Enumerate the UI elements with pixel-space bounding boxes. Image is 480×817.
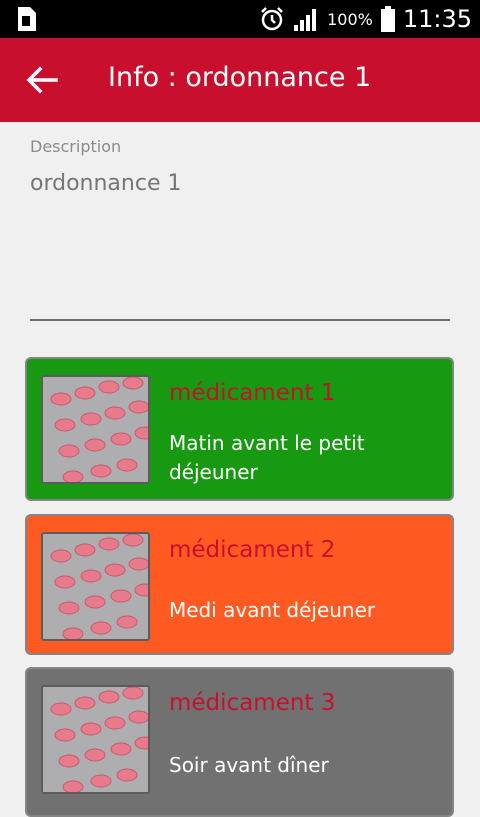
status-icons: 100% 11:35 bbox=[259, 3, 472, 35]
medication-card[interactable]: médicament 3 Soir avant dîner bbox=[25, 667, 454, 817]
pill-thumbnail bbox=[41, 532, 150, 641]
pill-pack-image bbox=[43, 687, 148, 792]
arrow-left-icon[interactable] bbox=[22, 60, 62, 100]
pill-thumbnail bbox=[41, 685, 150, 794]
alarm-icon bbox=[261, 7, 283, 31]
page-title: Info : ordonnance 1 bbox=[108, 62, 372, 93]
clock: 11:35 bbox=[402, 5, 472, 33]
signal-icon bbox=[294, 9, 317, 31]
battery-icon bbox=[380, 6, 395, 32]
description-underline bbox=[30, 319, 450, 321]
description-field[interactable]: ordonnance 1 bbox=[30, 171, 181, 196]
medication-instruction: Matin avant le petit déjeuner bbox=[169, 431, 365, 484]
description-label: Description bbox=[30, 137, 122, 156]
sim-card-icon bbox=[18, 7, 36, 31]
pill-pack-image bbox=[43, 534, 148, 639]
battery-percent: 100% bbox=[327, 9, 373, 29]
medication-card[interactable]: médicament 2 Medi avant déjeuner bbox=[25, 514, 454, 655]
medication-instruction: Medi avant déjeuner bbox=[169, 598, 376, 622]
app-toolbar: Info : ordonnance 1 bbox=[0, 38, 480, 122]
pill-pack-image bbox=[43, 377, 148, 482]
medication-instruction: Soir avant dîner bbox=[169, 753, 329, 777]
medication-card[interactable]: médicament 1 Matin avant le petit déjeun… bbox=[25, 357, 454, 501]
status-bar: 100% 11:35 bbox=[0, 0, 480, 38]
medication-name: médicament 3 bbox=[169, 690, 336, 716]
medication-name: médicament 2 bbox=[169, 537, 336, 563]
pill-thumbnail bbox=[41, 375, 150, 484]
medication-name: médicament 1 bbox=[169, 380, 336, 406]
